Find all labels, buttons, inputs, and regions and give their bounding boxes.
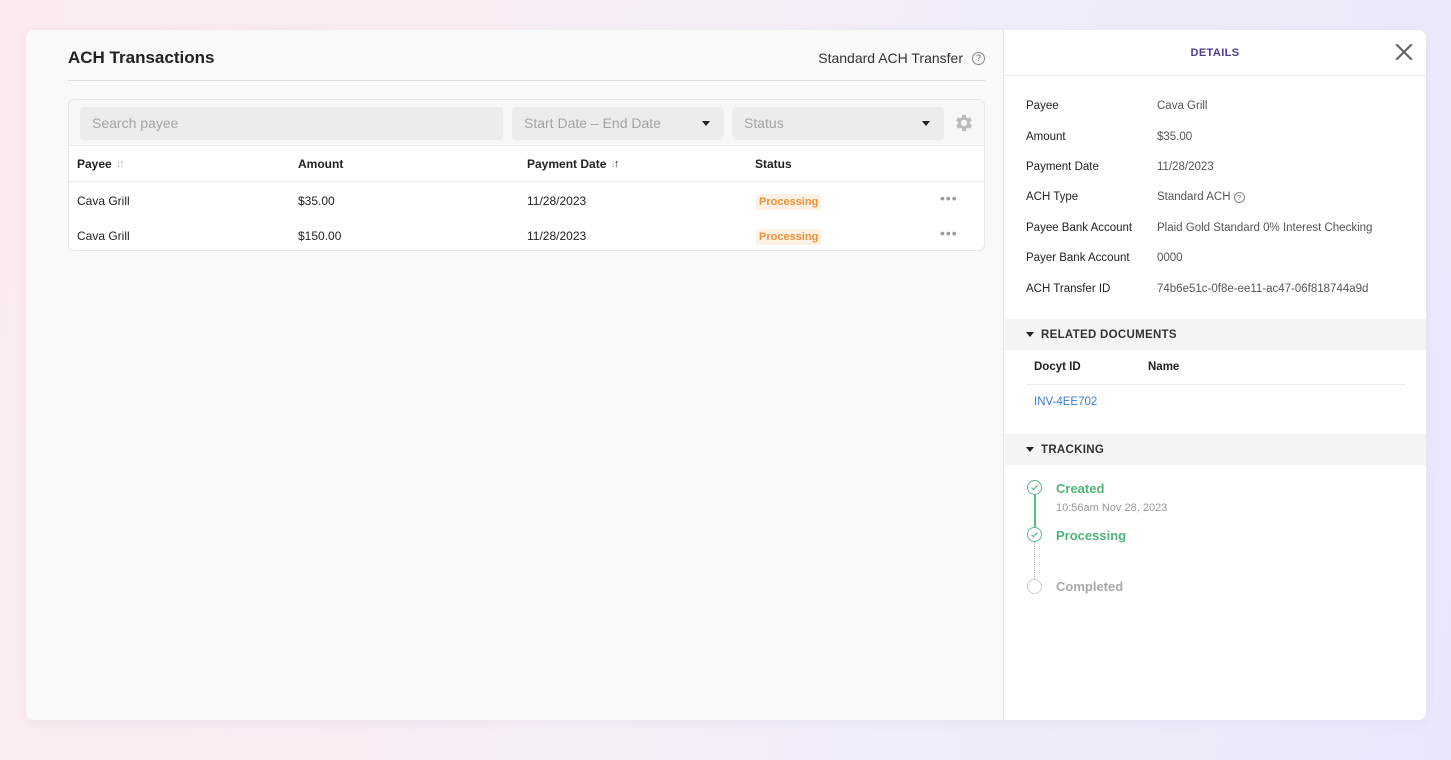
- related-documents-divider: [1026, 384, 1406, 385]
- detail-key-payee: Payee: [1026, 100, 1059, 112]
- title-divider: [68, 80, 985, 81]
- related-documents-title: RELATED DOCUMENTS: [1041, 328, 1177, 341]
- column-header-label: Payee: [77, 157, 112, 171]
- filter-bar: Search payee Start Date – End Date Statu…: [69, 100, 984, 146]
- pending-circle-icon: [1027, 579, 1042, 594]
- ach-transactions-window: ACH Transactions Standard ACH Transfer ?…: [26, 30, 1426, 720]
- date-cell: 11/28/2023: [527, 194, 587, 208]
- amount-cell: $150.00: [298, 229, 342, 243]
- detail-value-payment-date: 11/28/2023: [1157, 161, 1214, 173]
- details-divider: [1004, 75, 1426, 76]
- tracking-step-processing: Processing: [1056, 528, 1127, 543]
- details-title: DETAILS: [1190, 47, 1240, 59]
- tracking-toggle[interactable]: TRACKING: [1004, 434, 1426, 465]
- caret-down-icon: [702, 121, 710, 126]
- column-header-amount: Amount: [298, 157, 343, 171]
- date-range-placeholder: Start Date – End Date: [524, 115, 661, 131]
- document-link[interactable]: INV-4EE702: [1034, 396, 1097, 408]
- related-documents-toggle[interactable]: RELATED DOCUMENTS: [1004, 319, 1426, 350]
- caret-down-icon: [1026, 447, 1034, 452]
- more-icon[interactable]: •••: [940, 190, 958, 206]
- status-select[interactable]: Status: [732, 107, 944, 140]
- tracking-step-completed: Completed: [1056, 579, 1124, 594]
- detail-key-transfer-id: ACH Transfer ID: [1026, 283, 1111, 295]
- detail-value-ach-type: Standard ACH ?: [1157, 191, 1245, 203]
- payee-cell: Cava Grill: [77, 194, 130, 208]
- page-title: ACH Transactions: [68, 48, 215, 67]
- detail-key-amount: Amount: [1026, 131, 1066, 143]
- tracking-step-created: Created: [1056, 481, 1105, 496]
- sort-icon[interactable]: ↓↑: [116, 158, 125, 170]
- detail-key-payment-date: Payment Date: [1026, 161, 1099, 173]
- caret-down-icon: [922, 121, 930, 126]
- column-header-status: Status: [755, 157, 792, 171]
- detail-value-transfer-id: 74b6e51c-0f8e-ee11-ac47-06f818744a9d: [1157, 283, 1369, 295]
- detail-value-payee: Cava Grill: [1157, 100, 1208, 112]
- detail-key-payee-bank: Payee Bank Account: [1026, 222, 1133, 234]
- detail-key-ach-type: ACH Type: [1026, 191, 1079, 203]
- column-header-label: Amount: [298, 157, 344, 171]
- transactions-area: ACH Transactions Standard ACH Transfer ?…: [26, 30, 1003, 720]
- tracking-title: TRACKING: [1041, 443, 1105, 456]
- tracking-connector: [1034, 495, 1036, 527]
- column-header-payment-date[interactable]: Payment Date ↓↑: [527, 157, 619, 171]
- detail-value-payee-bank: Plaid Gold Standard 0% Interest Checking: [1157, 222, 1373, 234]
- more-icon[interactable]: •••: [940, 225, 958, 241]
- transactions-table: Search payee Start Date – End Date Statu…: [68, 99, 985, 251]
- table-row[interactable]: Cava Grill $35.00 11/28/2023 Processing …: [69, 182, 984, 216]
- ach-type-text: Standard ACH: [1157, 191, 1231, 203]
- gear-icon[interactable]: [953, 112, 975, 134]
- column-header-label: Status: [755, 157, 792, 171]
- docyt-id-header: Docyt ID: [1034, 361, 1081, 373]
- help-icon[interactable]: ?: [1233, 191, 1245, 203]
- payee-cell: Cava Grill: [77, 229, 130, 243]
- table-row[interactable]: Cava Grill $150.00 11/28/2023 Processing…: [69, 217, 984, 250]
- check-icon: [1027, 480, 1042, 495]
- status-badge: Processing: [756, 229, 822, 245]
- check-icon: [1027, 527, 1042, 542]
- status-placeholder: Status: [744, 115, 784, 131]
- amount-cell: $35.00: [298, 194, 335, 208]
- tracking-step-time: 10:56am Nov 28, 2023: [1056, 502, 1168, 514]
- close-icon[interactable]: [1394, 42, 1414, 62]
- column-header-label: Payment Date: [527, 157, 607, 171]
- detail-value-amount: $35.00: [1157, 131, 1193, 143]
- detail-key-payer-bank: Payer Bank Account: [1026, 252, 1130, 264]
- tracking-connector-pending: [1034, 542, 1035, 579]
- transfer-type-label: Standard ACH Transfer ?: [818, 50, 985, 66]
- name-header: Name: [1148, 361, 1180, 373]
- caret-down-icon: [1026, 332, 1034, 337]
- sort-icon[interactable]: ↓↑: [610, 158, 619, 170]
- date-cell: 11/28/2023: [527, 229, 587, 243]
- status-badge: Processing: [756, 194, 822, 210]
- transfer-type-text: Standard ACH Transfer: [818, 50, 963, 66]
- details-panel: DETAILS Payee Cava Grill Amount $35.00 P…: [1003, 30, 1426, 720]
- column-header-payee[interactable]: Payee ↓↑: [77, 157, 125, 171]
- date-range-select[interactable]: Start Date – End Date: [512, 107, 724, 140]
- search-payee-input[interactable]: Search payee: [80, 107, 503, 140]
- help-icon[interactable]: ?: [972, 51, 985, 65]
- detail-value-payer-bank: 0000: [1157, 252, 1183, 264]
